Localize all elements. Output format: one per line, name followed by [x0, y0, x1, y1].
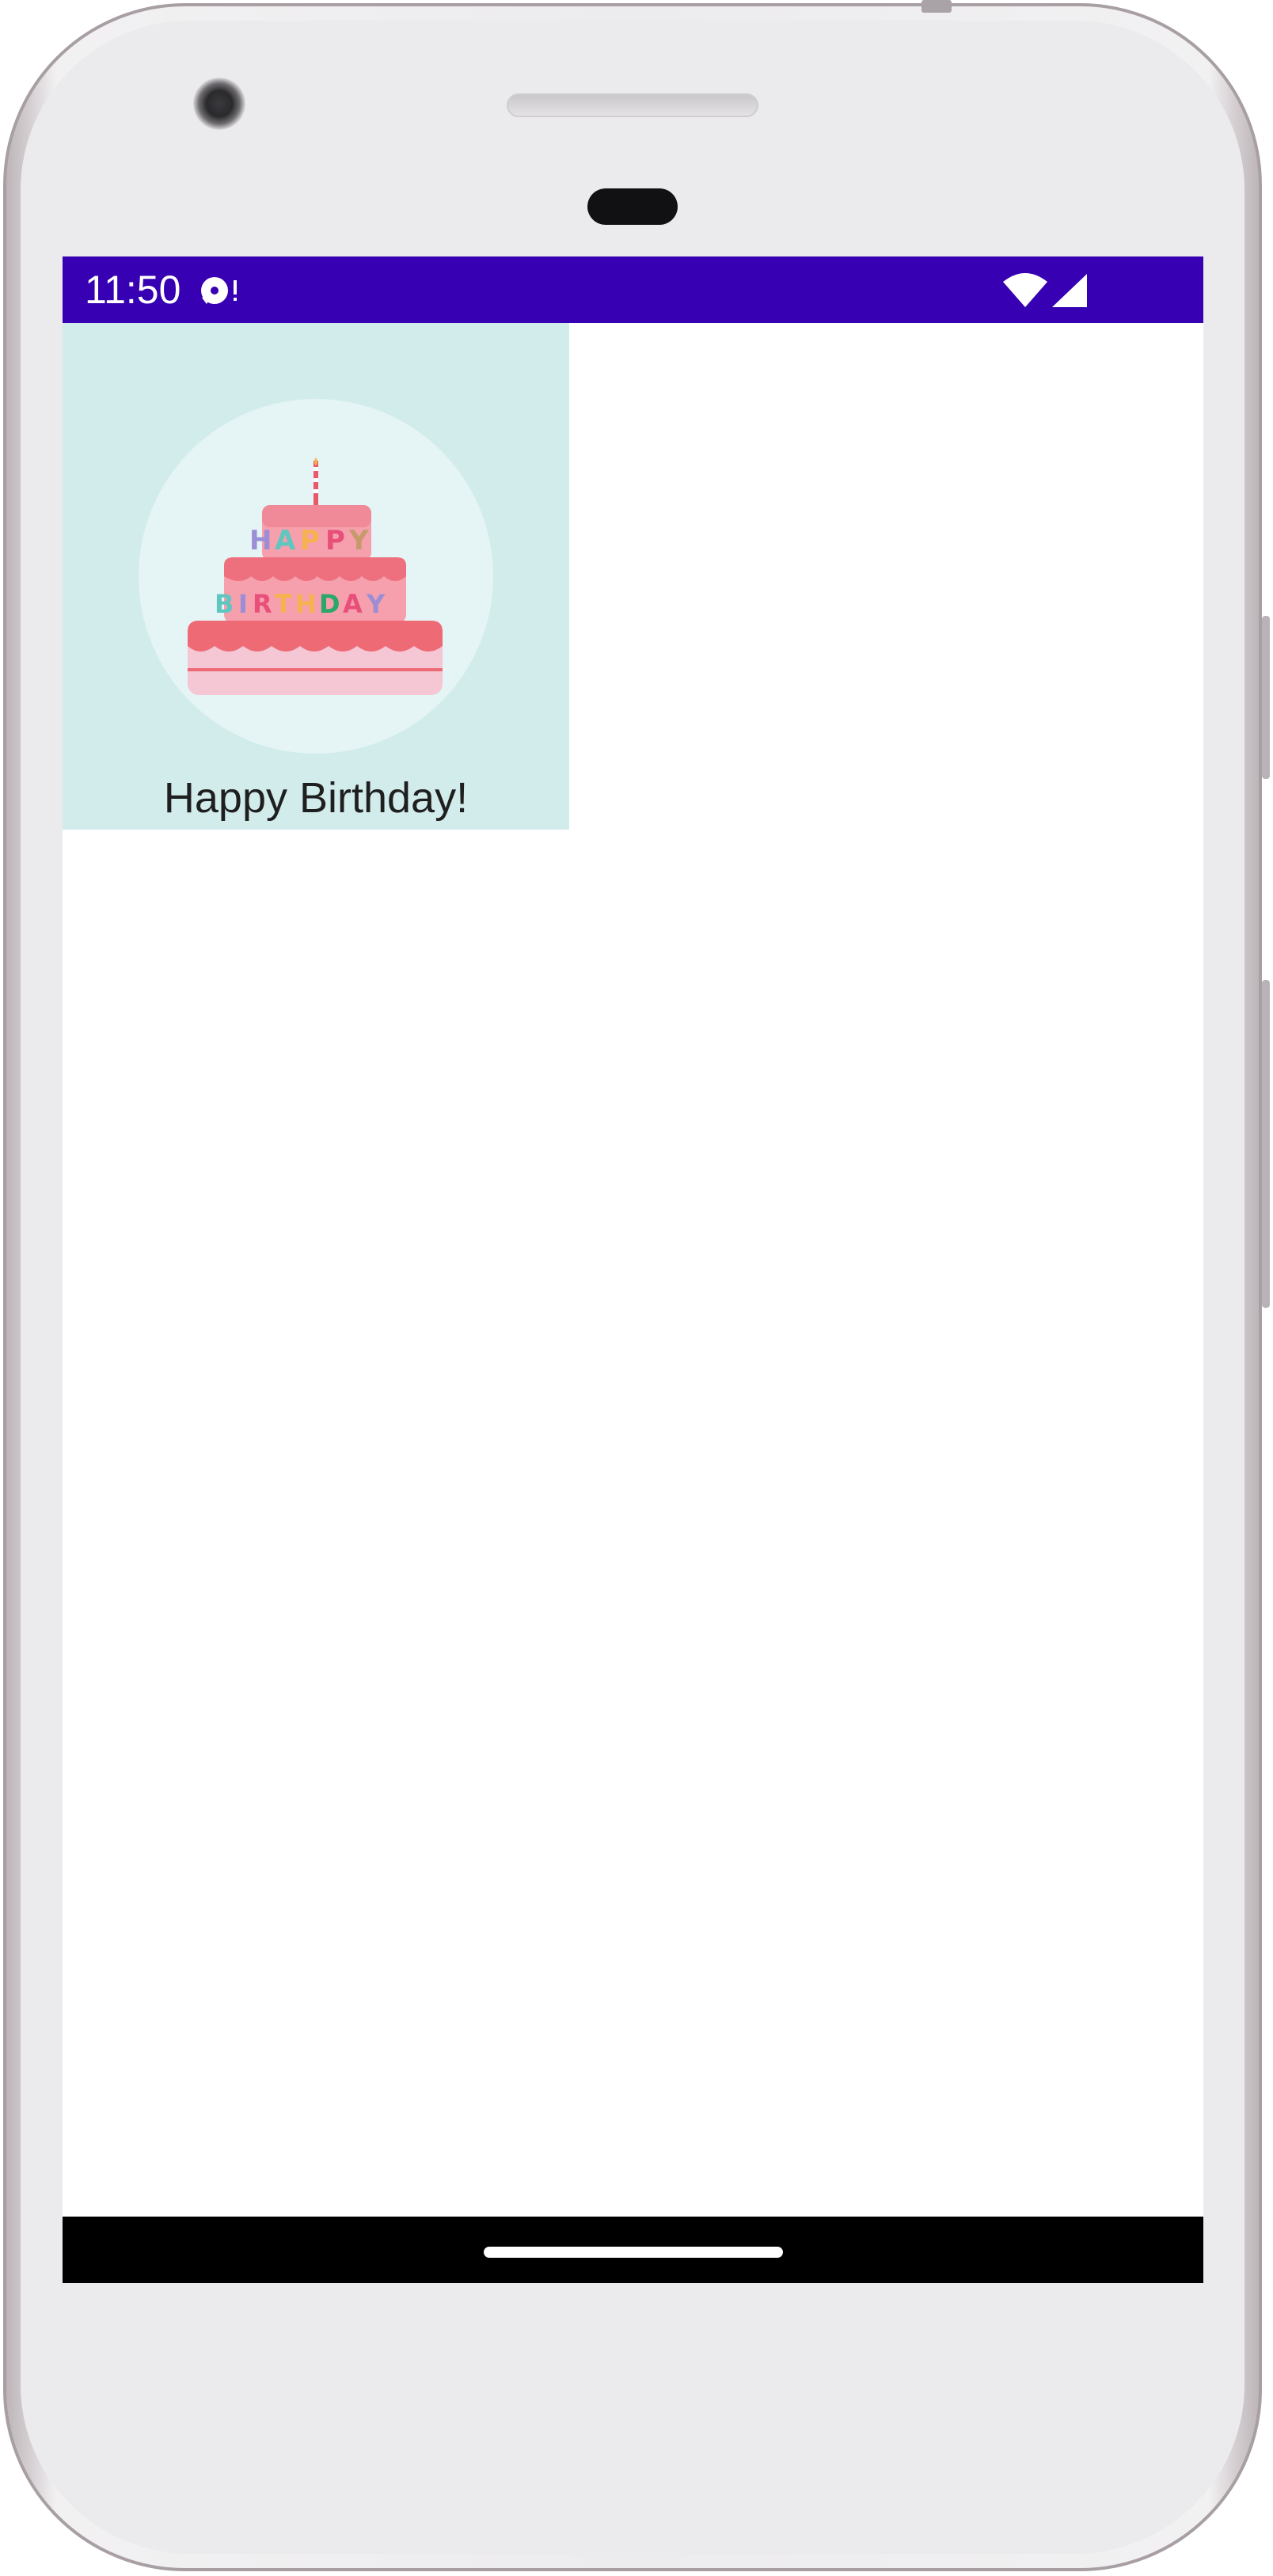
proximity-sensor	[587, 188, 678, 225]
status-bar: 11:50	[63, 256, 1203, 323]
birthday-card[interactable]: H A P P Y B I R T H D A Y Happy Birthday…	[63, 323, 569, 830]
earpiece-speaker	[507, 93, 758, 117]
home-gesture-handle[interactable]	[484, 2247, 783, 2258]
svg-text:I: I	[238, 589, 248, 619]
svg-text:A: A	[343, 589, 363, 619]
svg-text:T: T	[275, 589, 292, 619]
svg-text:D: D	[319, 589, 340, 619]
power-button	[1262, 980, 1270, 1308]
top-button	[922, 0, 952, 13]
device-frame: 11:50 H A P P Y B I R T H D A Y Happy Bi…	[0, 0, 1273, 2576]
svg-text:H: H	[295, 589, 317, 619]
navigation-bar	[63, 2217, 1203, 2283]
media-notification-icon	[201, 277, 237, 304]
svg-text:Y: Y	[348, 525, 369, 557]
volume-button	[1262, 616, 1270, 779]
svg-text:B: B	[215, 589, 234, 619]
status-time: 11:50	[85, 268, 181, 312]
svg-text:P: P	[300, 525, 320, 557]
wifi-icon	[1003, 273, 1047, 307]
front-camera	[193, 78, 245, 130]
birthday-cake-icon: H A P P Y B I R T H D A Y	[188, 458, 443, 695]
app-screen: 11:50 H A P P Y B I R T H D A Y Happy Bi…	[63, 256, 1203, 2283]
svg-text:H: H	[249, 525, 272, 557]
svg-text:P: P	[325, 525, 345, 557]
svg-text:R: R	[253, 589, 272, 619]
cell-signal-icon	[1052, 274, 1087, 307]
svg-text:Y: Y	[366, 589, 386, 619]
svg-text:A: A	[275, 525, 296, 557]
card-title: Happy Birthday!	[163, 774, 469, 822]
